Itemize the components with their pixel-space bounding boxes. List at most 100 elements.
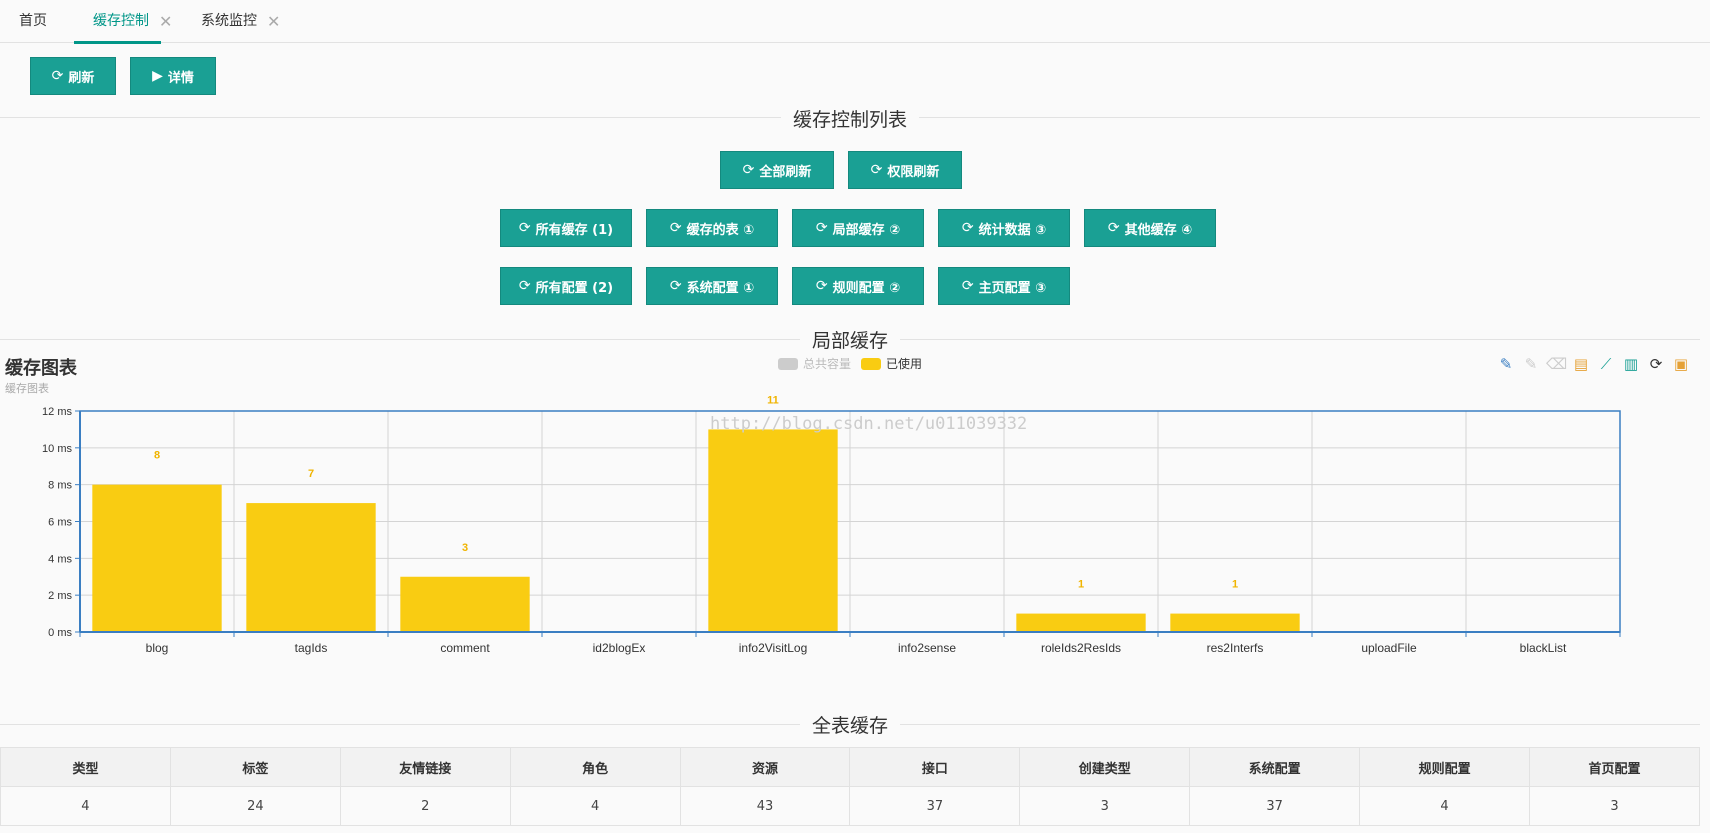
y-tick-label: 8 ms xyxy=(48,480,72,492)
refresh-button[interactable]: ⟳ 刷新 xyxy=(30,57,116,95)
data-view-icon[interactable]: ▤ xyxy=(1571,353,1591,375)
restore-icon[interactable]: ⟳ xyxy=(1646,353,1666,375)
tab-cache-control-label: 缓存控制 xyxy=(93,13,149,29)
cache-control-button-row3-1[interactable]: ⟳ 系统配置 ① xyxy=(646,267,778,305)
table-header-cell: 创建类型 xyxy=(1019,747,1191,787)
table-header-cell: 系统配置 xyxy=(1189,747,1361,787)
x-tick-label: tagIds xyxy=(295,641,328,655)
bar xyxy=(246,503,376,632)
cache-control-button-label: 权限刷新 xyxy=(887,164,940,180)
refresh-icon: ⟳ xyxy=(669,278,682,294)
legend-used[interactable]: 已使用 xyxy=(861,355,922,372)
zoom-pen-icon[interactable]: ✎ xyxy=(1496,353,1516,375)
refresh-icon: ⟳ xyxy=(51,68,64,84)
chart-legend: 总共容量 已使用 xyxy=(778,355,922,372)
refresh-icon: ⟳ xyxy=(961,278,974,294)
table-header-cell: 规则配置 xyxy=(1359,747,1531,787)
x-tick-label: info2sense xyxy=(898,641,956,655)
tab-home[interactable]: 首页 xyxy=(19,0,47,43)
cache-control-button-label: 所有配置 (2) xyxy=(535,280,614,296)
zoom-reset-icon[interactable]: ✎ xyxy=(1521,353,1541,375)
table-cell: 3 xyxy=(1529,786,1700,826)
data-label: 1 xyxy=(1232,579,1238,591)
cache-control-button-row2-0[interactable]: ⟳ 所有缓存 (1) xyxy=(500,209,632,247)
x-tick-label: id2blogEx xyxy=(593,641,646,655)
cache-control-button-label: 局部缓存 ② xyxy=(832,222,901,238)
x-tick-label: res2Interfs xyxy=(1207,641,1264,655)
tab-system-monitor-label: 系统监控 xyxy=(201,13,257,29)
cache-control-button-row1-1[interactable]: ⟳ 权限刷新 xyxy=(848,151,962,189)
cache-control-button-row2-4[interactable]: ⟳ 其他缓存 ④ xyxy=(1084,209,1216,247)
table-cell: 3 xyxy=(1019,786,1191,826)
data-label: 7 xyxy=(308,468,314,480)
refresh-icon: ⟳ xyxy=(518,278,531,294)
chart-title: 缓存图表 xyxy=(5,358,77,379)
cache-control-button-label: 主页配置 ③ xyxy=(978,280,1047,296)
cache-control-button-row2-2[interactable]: ⟳ 局部缓存 ② xyxy=(792,209,924,247)
chart-toolbox: ✎ ✎ ⌫ ▤ ⟋ ▥ ⟳ ▣ xyxy=(1496,353,1691,375)
table-row: 4 24 2 4 43 37 3 37 4 3 xyxy=(0,786,1700,826)
legend-label-used: 已使用 xyxy=(886,357,923,371)
table-header-cell: 类型 xyxy=(0,747,171,787)
cache-control-button-row2-1[interactable]: ⟳ 缓存的表 ① xyxy=(646,209,778,247)
table-header-cell: 友情链接 xyxy=(339,747,511,787)
close-icon[interactable]: ✕ xyxy=(267,0,280,43)
x-tick-label: comment xyxy=(440,641,490,655)
legend-swatch-used xyxy=(861,357,882,370)
tab-system-monitor[interactable]: 系统监控 ✕ xyxy=(201,0,280,43)
refresh-icon: ⟳ xyxy=(961,220,974,236)
clear-icon[interactable]: ⌫ xyxy=(1546,353,1567,375)
cache-control-button-row3-0[interactable]: ⟳ 所有配置 (2) xyxy=(500,267,632,305)
table-cell: 43 xyxy=(679,786,851,826)
close-icon[interactable]: ✕ xyxy=(159,0,172,43)
watermark-text: http://blog.csdn.net/u011039332 xyxy=(710,414,1028,434)
details-button[interactable]: ▶ 详情 xyxy=(130,57,216,95)
partial-cache-title: 局部缓存 xyxy=(799,326,901,353)
refresh-button-label: 刷新 xyxy=(68,70,95,86)
table-header-cell: 资源 xyxy=(679,747,851,787)
details-button-label: 详情 xyxy=(167,70,194,86)
bar xyxy=(1170,613,1300,632)
refresh-icon: ⟳ xyxy=(870,162,883,178)
line-chart-icon[interactable]: ⟋ xyxy=(1596,353,1616,375)
data-label: 8 xyxy=(154,450,160,462)
data-label: 3 xyxy=(462,542,468,554)
cache-control-button-row2-3[interactable]: ⟳ 统计数据 ③ xyxy=(938,209,1070,247)
play-icon: ▶ xyxy=(152,68,163,84)
table-header-cell: 接口 xyxy=(849,747,1021,787)
bar xyxy=(1016,613,1146,632)
table-cell: 2 xyxy=(339,786,511,826)
legend-total[interactable]: 总共容量 xyxy=(778,355,851,372)
data-label: 11 xyxy=(767,394,779,406)
tab-cache-control[interactable]: 缓存控制 ✕ xyxy=(74,0,172,44)
bar-chart-icon[interactable]: ▥ xyxy=(1621,353,1641,375)
y-tick-label: 2 ms xyxy=(48,590,72,602)
cache-control-button-label: 所有缓存 (1) xyxy=(535,222,614,238)
x-tick-label: roleIds2ResIds xyxy=(1041,641,1121,655)
refresh-icon: ⟳ xyxy=(815,278,828,294)
table-cell: 4 xyxy=(1359,786,1531,826)
cache-control-button-row3-3[interactable]: ⟳ 主页配置 ③ xyxy=(938,267,1070,305)
table-header-row: 类型 标签 友情链接 角色 资源 接口 创建类型 系统配置 规则配置 首页配置 xyxy=(0,747,1700,787)
cache-control-title: 缓存控制列表 xyxy=(780,105,920,132)
table-header-cell: 标签 xyxy=(169,747,341,787)
y-tick-label: 4 ms xyxy=(48,553,72,565)
y-tick-label: 6 ms xyxy=(48,517,72,529)
refresh-icon: ⟳ xyxy=(518,220,531,236)
cache-table: 类型 标签 友情链接 角色 资源 接口 创建类型 系统配置 规则配置 首页配置 4 24 2 4 43 37… xyxy=(0,747,1700,826)
cache-control-button-row1-0[interactable]: ⟳ 全部刷新 xyxy=(720,151,834,189)
legend-swatch-total xyxy=(778,357,798,370)
tab-bar: 首页 缓存控制 ✕ 系统监控 ✕ xyxy=(0,0,1710,44)
cache-control-button-label: 系统配置 ① xyxy=(686,280,755,296)
bar xyxy=(708,429,838,632)
cache-control-button-label: 缓存的表 ① xyxy=(686,222,755,238)
x-tick-label: info2VisitLog xyxy=(739,641,808,655)
y-tick-label: 12 ms xyxy=(42,406,72,418)
table-cell: 37 xyxy=(1189,786,1361,826)
bar xyxy=(92,484,222,632)
save-image-icon[interactable]: ▣ xyxy=(1671,353,1691,375)
cache-control-button-label: 统计数据 ③ xyxy=(978,222,1047,238)
cache-control-button-row3-2[interactable]: ⟳ 规则配置 ② xyxy=(792,267,924,305)
tab-home-label: 首页 xyxy=(19,13,47,29)
y-tick-label: 10 ms xyxy=(42,443,72,455)
